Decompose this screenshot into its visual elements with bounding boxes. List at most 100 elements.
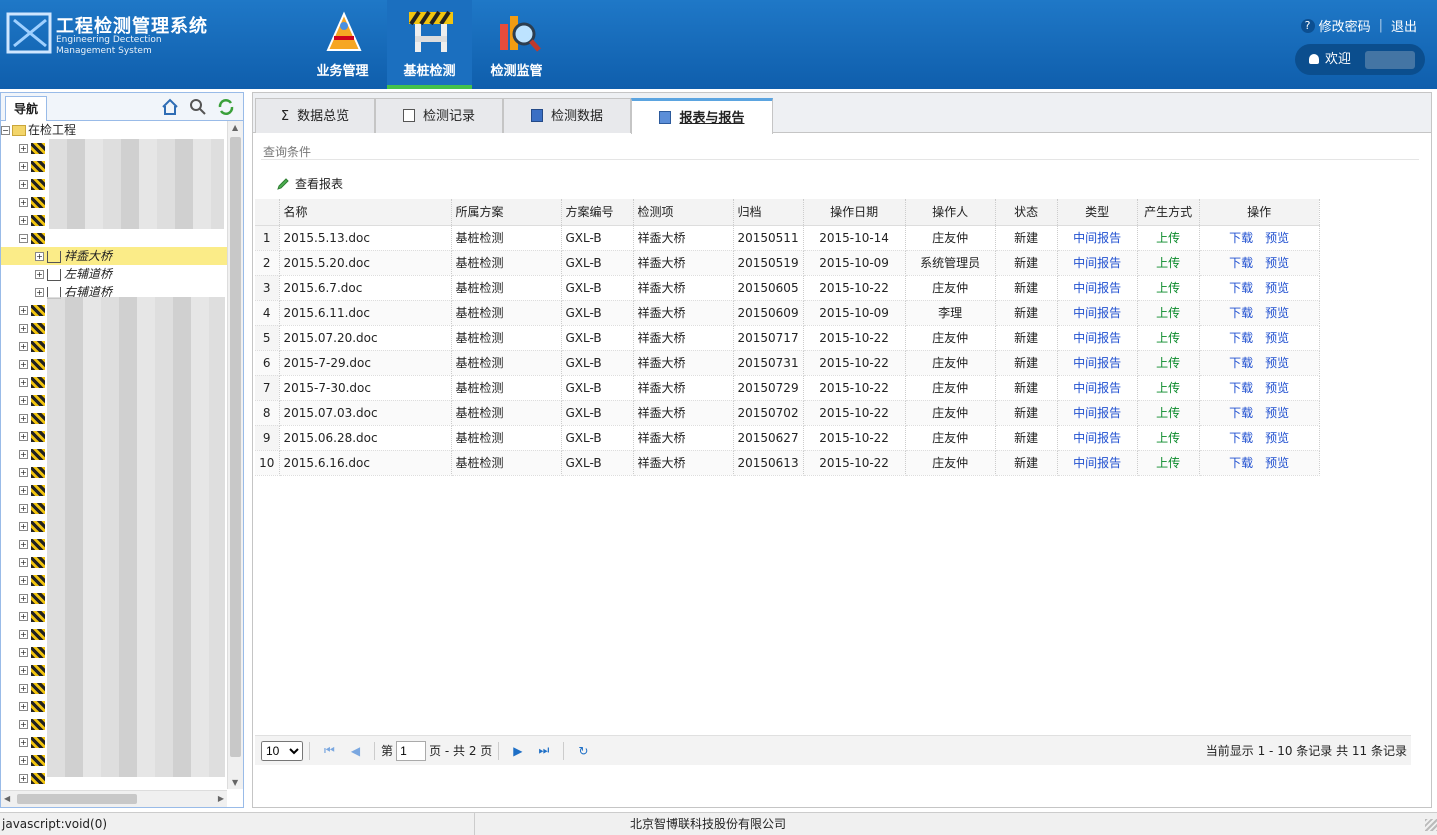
method-link[interactable]: 上传: [1156, 331, 1180, 345]
expand-icon[interactable]: +: [19, 540, 28, 549]
col-status[interactable]: 状态: [995, 199, 1058, 226]
expand-icon[interactable]: +: [19, 468, 28, 477]
next-page-icon[interactable]: ▶: [513, 744, 522, 758]
expand-icon[interactable]: +: [19, 486, 28, 495]
download-link[interactable]: 下载: [1229, 256, 1253, 270]
query-conditions-label[interactable]: 查询条件: [263, 143, 311, 160]
page-size-select[interactable]: 10: [261, 740, 303, 761]
expand-icon[interactable]: +: [19, 198, 28, 207]
prev-page-icon[interactable]: ◀: [351, 744, 360, 758]
collapse-icon[interactable]: −: [19, 234, 28, 243]
expand-icon[interactable]: +: [19, 774, 28, 783]
tab-data-overview[interactable]: Σ 数据总览: [255, 98, 375, 133]
col-type[interactable]: 类型: [1057, 199, 1138, 226]
type-link[interactable]: 中间报告: [1073, 456, 1121, 470]
scroll-left-icon[interactable]: ◀: [4, 794, 10, 803]
scroll-down-icon[interactable]: ▼: [232, 778, 238, 787]
expand-icon[interactable]: +: [19, 576, 28, 585]
expand-icon[interactable]: +: [19, 756, 28, 765]
expand-icon[interactable]: +: [19, 450, 28, 459]
table-row[interactable]: 3 2015.6.7.doc 基桩检测 GXL-B 祥盉大桥 20150605 2015-1…: [255, 275, 1320, 301]
page-number-input[interactable]: [396, 740, 427, 761]
view-report-button[interactable]: 查看报表: [277, 175, 343, 192]
method-link[interactable]: 上传: [1156, 356, 1180, 370]
tab-detection-data[interactable]: 检测数据: [503, 98, 631, 133]
col-plan[interactable]: 所属方案: [451, 199, 562, 226]
expand-icon[interactable]: +: [19, 378, 28, 387]
expand-icon[interactable]: +: [19, 414, 28, 423]
preview-link[interactable]: 预览: [1265, 431, 1289, 445]
expand-icon[interactable]: +: [19, 630, 28, 639]
col-name[interactable]: 名称: [279, 199, 452, 226]
tree-root[interactable]: − 在检工程: [1, 121, 227, 139]
expand-icon[interactable]: +: [19, 180, 28, 189]
type-link[interactable]: 中间报告: [1073, 331, 1121, 345]
type-link[interactable]: 中间报告: [1073, 231, 1121, 245]
download-link[interactable]: 下载: [1229, 331, 1253, 345]
type-link[interactable]: 中间报告: [1073, 256, 1121, 270]
expand-icon[interactable]: +: [19, 306, 28, 315]
download-link[interactable]: 下载: [1229, 356, 1253, 370]
expand-icon[interactable]: +: [19, 504, 28, 513]
col-method[interactable]: 产生方式: [1137, 199, 1200, 226]
type-link[interactable]: 中间报告: [1073, 281, 1121, 295]
expand-icon[interactable]: +: [35, 252, 44, 261]
expand-icon[interactable]: +: [19, 162, 28, 171]
refresh-icon[interactable]: [217, 98, 235, 116]
method-link[interactable]: 上传: [1156, 231, 1180, 245]
table-row[interactable]: 6 2015-7-29.doc 基桩检测 GXL-B 祥盉大桥 20150731 2015-…: [255, 350, 1320, 376]
refresh-icon[interactable]: ↻: [578, 744, 588, 758]
nav-tab[interactable]: 导航: [5, 96, 47, 121]
expand-icon[interactable]: +: [19, 702, 28, 711]
tree-horizontal-scrollbar[interactable]: ◀ ▶: [1, 790, 227, 807]
preview-link[interactable]: 预览: [1265, 256, 1289, 270]
preview-link[interactable]: 预览: [1265, 381, 1289, 395]
type-link[interactable]: 中间报告: [1073, 381, 1121, 395]
method-link[interactable]: 上传: [1156, 256, 1180, 270]
table-row[interactable]: 4 2015.6.11.doc 基桩检测 GXL-B 祥盉大桥 20150609 2015-…: [255, 300, 1320, 326]
nav-detection-supervision[interactable]: 检测监管: [474, 0, 559, 89]
change-password-link[interactable]: 修改密码: [1319, 16, 1371, 35]
expand-icon[interactable]: +: [19, 432, 28, 441]
preview-link[interactable]: 预览: [1265, 281, 1289, 295]
table-row[interactable]: 8 2015.07.03.doc 基桩检测 GXL-B 祥盉大桥 20150702 2015…: [255, 400, 1320, 426]
download-link[interactable]: 下载: [1229, 381, 1253, 395]
tree-vertical-scrollbar[interactable]: ▲ ▼: [227, 121, 243, 789]
home-icon[interactable]: [161, 98, 179, 116]
preview-link[interactable]: 预览: [1265, 356, 1289, 370]
method-link[interactable]: 上传: [1156, 456, 1180, 470]
table-row[interactable]: 7 2015-7-30.doc 基桩检测 GXL-B 祥盉大桥 20150729 2015-…: [255, 375, 1320, 401]
scrollbar-thumb[interactable]: [230, 137, 241, 757]
preview-link[interactable]: 预览: [1265, 406, 1289, 420]
table-row[interactable]: 10 2015.6.16.doc 基桩检测 GXL-B 祥盉大桥 20150613 2015…: [255, 450, 1320, 476]
last-page-icon[interactable]: ⏭: [539, 743, 550, 758]
expand-icon[interactable]: +: [19, 360, 28, 369]
preview-link[interactable]: 预览: [1265, 306, 1289, 320]
preview-link[interactable]: 预览: [1265, 331, 1289, 345]
download-link[interactable]: 下载: [1229, 431, 1253, 445]
type-link[interactable]: 中间报告: [1073, 431, 1121, 445]
type-link[interactable]: 中间报告: [1073, 356, 1121, 370]
tree-node-expanded[interactable]: −: [1, 229, 227, 247]
expand-icon[interactable]: +: [19, 558, 28, 567]
nav-pile-detection[interactable]: 基桩检测: [387, 0, 472, 89]
expand-icon[interactable]: +: [19, 594, 28, 603]
first-page-icon[interactable]: ⏮: [324, 743, 335, 758]
scroll-right-icon[interactable]: ▶: [218, 794, 224, 803]
logout-link[interactable]: 退出: [1391, 16, 1417, 35]
preview-link[interactable]: 预览: [1265, 456, 1289, 470]
table-row[interactable]: 9 2015.06.28.doc 基桩检测 GXL-B 祥盉大桥 20150627 2015…: [255, 425, 1320, 451]
download-link[interactable]: 下载: [1229, 456, 1253, 470]
preview-link[interactable]: 预览: [1265, 231, 1289, 245]
expand-icon[interactable]: +: [19, 612, 28, 621]
type-link[interactable]: 中间报告: [1073, 306, 1121, 320]
download-link[interactable]: 下载: [1229, 406, 1253, 420]
tab-detection-records[interactable]: 检测记录: [375, 98, 503, 133]
expand-icon[interactable]: +: [35, 270, 44, 279]
method-link[interactable]: 上传: [1156, 381, 1180, 395]
tab-reports[interactable]: 报表与报告: [631, 98, 773, 134]
expand-icon[interactable]: +: [35, 288, 44, 297]
scroll-up-icon[interactable]: ▲: [232, 123, 238, 132]
expand-icon[interactable]: +: [19, 738, 28, 747]
expand-icon[interactable]: +: [19, 522, 28, 531]
